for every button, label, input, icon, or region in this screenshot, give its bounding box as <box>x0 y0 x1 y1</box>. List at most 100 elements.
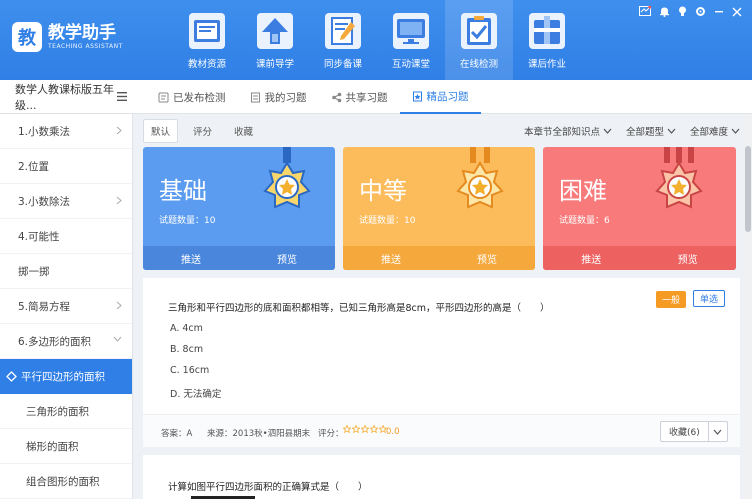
medal-icon <box>263 147 311 209</box>
published-test-icon <box>158 92 169 102</box>
rating-score: 0.0 <box>386 427 400 437</box>
preview-button[interactable]: 预览 <box>439 246 535 270</box>
star-icon[interactable] <box>361 425 369 433</box>
scrollbar-thumb[interactable] <box>745 146 751 232</box>
scrollbar[interactable] <box>744 114 752 499</box>
pre-class-guide-icon <box>257 13 293 49</box>
nav-online-test[interactable]: 在线检测 <box>445 0 513 80</box>
star-icon[interactable] <box>343 425 351 433</box>
difficulty-card-basic: 基础 试题数量：10 推送 预览 <box>143 147 335 270</box>
sort-default-button[interactable]: 默认 <box>143 119 179 143</box>
menu-icon[interactable] <box>117 92 127 101</box>
bell-icon[interactable] <box>659 6 670 17</box>
sort-rating-button[interactable]: 评分 <box>186 120 219 142</box>
nav-label: 课后作业 <box>527 59 566 70</box>
tab-my-exercises[interactable]: 我的习题 <box>238 80 319 114</box>
chevron-right-icon <box>116 126 122 135</box>
push-button[interactable]: 推送 <box>343 246 439 270</box>
answer-label: 答案：A <box>161 429 193 439</box>
difficulty-dropdown[interactable]: 全部难度 <box>690 124 740 138</box>
app-header: 教 教学助手 TEACHING ASSISTANT 教材资源 课前导学 同步备课… <box>0 0 752 80</box>
app-logo: 教 教学助手 TEACHING ASSISTANT <box>12 22 123 52</box>
card-title: 困难 <box>559 177 607 205</box>
sidebar-item-position[interactable]: 2.位置 <box>0 149 132 184</box>
shared-exercise-icon <box>331 92 341 102</box>
question-type-dropdown[interactable]: 全部题型 <box>626 124 676 138</box>
main-nav: 教材资源 课前导学 同步备课 互动课堂 在线检测 课后作业 <box>173 0 581 80</box>
sidebar-item-label: 2.位置 <box>18 160 50 173</box>
preview-button[interactable]: 预览 <box>640 246 737 270</box>
sort-favorites-button[interactable]: 收藏 <box>227 120 260 142</box>
sidebar-item-simple-equations[interactable]: 5.简易方程 <box>0 289 132 324</box>
card-count: 试题数量：10 <box>359 216 416 226</box>
difficulty-card-hard: 困难 试题数量：6 推送 预览 <box>543 147 736 270</box>
sidebar-item-composite-area[interactable]: 组合图形的面积 <box>0 464 132 499</box>
medal-icon <box>655 147 703 209</box>
minimize-icon[interactable] <box>714 6 724 17</box>
main-content: 默认 评分 收藏 本章节全部知识点 全部题型 全部难度 基础 试题数量：10 推… <box>143 114 740 499</box>
sidebar-item-dice-throw[interactable]: 掷一掷 <box>0 254 132 289</box>
chevron-right-icon <box>116 301 122 310</box>
difficulty-cards: 基础 试题数量：10 推送 预览 中等 试题数量：10 推送 预览 困难 试题数… <box>143 147 740 270</box>
sidebar-item-probability[interactable]: 4.可能性 <box>0 219 132 254</box>
tab-label: 共享习题 <box>345 91 388 104</box>
preview-button[interactable]: 预览 <box>239 246 335 270</box>
medal-icon <box>456 147 504 209</box>
settings-icon[interactable] <box>695 6 706 17</box>
bulb-icon[interactable] <box>678 6 687 17</box>
star-icon[interactable] <box>370 425 378 433</box>
course-selector[interactable]: 数学人教课标版五年级... <box>0 80 133 114</box>
lesson-prep-icon <box>325 13 361 49</box>
favorite-dropdown-button[interactable] <box>709 422 727 441</box>
rating-stars[interactable] <box>343 425 387 433</box>
message-icon[interactable] <box>639 6 651 17</box>
sidebar-item-parallelogram-area[interactable]: 平行四边形的面积 <box>0 359 132 394</box>
nav-label: 同步备课 <box>323 59 362 70</box>
favorite-button[interactable]: 收藏(6) <box>661 422 709 441</box>
card-title: 中等 <box>359 177 407 205</box>
card-count: 试题数量：10 <box>159 216 216 226</box>
tab-premium-exercises[interactable]: 精品习题 <box>399 80 481 114</box>
dropdown-label: 全部题型 <box>625 127 664 138</box>
close-icon[interactable] <box>732 6 742 17</box>
sidebar-item-decimal-multiplication[interactable]: 1.小数乘法 <box>0 114 132 149</box>
chapter-sidebar: 1.小数乘法 2.位置 3.小数除法 4.可能性 掷一掷 5.简易方程 6.多边… <box>0 114 133 499</box>
sidebar-item-label: 平行四边形的面积 <box>21 371 105 383</box>
sidebar-item-label: 5.简易方程 <box>18 300 71 313</box>
app-title: 教学助手 <box>48 23 116 43</box>
sidebar-item-triangle-area[interactable]: 三角形的面积 <box>0 394 132 429</box>
sidebar-item-decimal-division[interactable]: 3.小数除法 <box>0 184 132 219</box>
nav-pre-class-guide[interactable]: 课前导学 <box>241 0 309 80</box>
question-stem: 计算如图平行四边形面积的正确算式是（ ） <box>168 482 368 493</box>
source-label: 来源：2013秋•泗阳县期末 <box>207 429 311 439</box>
nav-homework[interactable]: 课后作业 <box>513 0 581 80</box>
tab-published-tests[interactable]: 已发布检测 <box>146 80 238 114</box>
course-name: 数学人教课标版五年级... <box>15 83 114 112</box>
sidebar-item-label: 4.可能性 <box>18 230 60 243</box>
push-button[interactable]: 推送 <box>543 246 640 270</box>
chevron-down-icon <box>113 336 122 342</box>
sidebar-item-label: 1.小数乘法 <box>18 125 71 138</box>
difficulty-badge: 一般 <box>656 291 687 308</box>
push-button[interactable]: 推送 <box>143 246 239 270</box>
knowledge-point-dropdown[interactable]: 本章节全部知识点 <box>524 124 612 138</box>
sidebar-item-polygon-area[interactable]: 6.多边形的面积 <box>0 324 132 359</box>
exercise-tabs: 已发布检测 我的习题 共享习题 精品习题 <box>146 80 481 114</box>
tab-label: 我的习题 <box>264 91 307 104</box>
nav-textbook-resources[interactable]: 教材资源 <box>173 0 241 80</box>
sidebar-item-label: 梯形的面积 <box>26 440 79 453</box>
my-exercise-icon <box>250 92 260 102</box>
window-controls <box>639 6 742 17</box>
nav-label: 在线检测 <box>459 59 498 70</box>
chevron-down-icon <box>603 128 612 134</box>
diamond-icon <box>6 371 17 382</box>
question-card: 三角形和平行四边形的底和面积都相等，已知三角形高是8cm，平形四边形的高是（ ）… <box>143 278 740 447</box>
nav-lesson-prep[interactable]: 同步备课 <box>309 0 377 80</box>
nav-interactive-class[interactable]: 互动课堂 <box>377 0 445 80</box>
filter-bar: 默认 评分 收藏 本章节全部知识点 全部题型 全部难度 <box>143 114 740 148</box>
sidebar-item-trapezoid-area[interactable]: 梯形的面积 <box>0 429 132 464</box>
sub-toolbar: 数学人教课标版五年级... 已发布检测 我的习题 共享习题 精品习题 <box>0 80 752 114</box>
star-icon[interactable] <box>352 425 360 433</box>
nav-label: 互动课堂 <box>391 59 430 70</box>
tab-shared-exercises[interactable]: 共享习题 <box>319 80 400 114</box>
